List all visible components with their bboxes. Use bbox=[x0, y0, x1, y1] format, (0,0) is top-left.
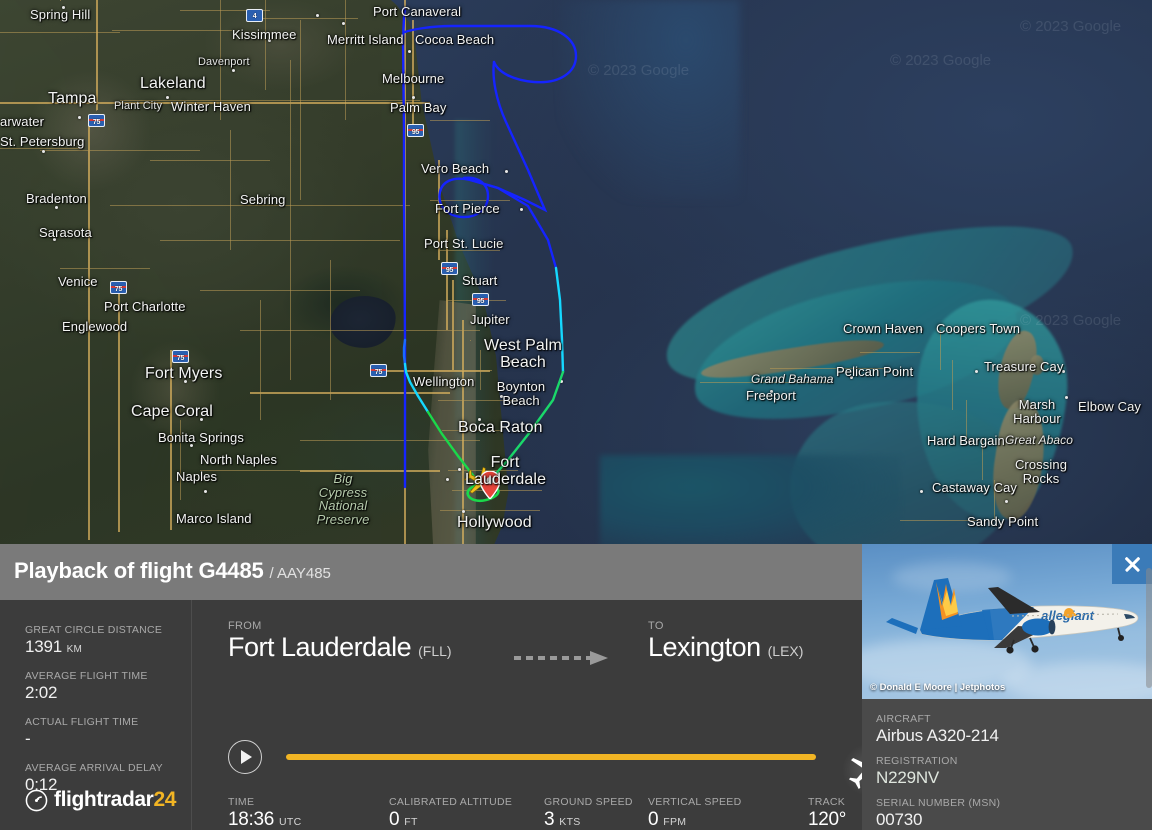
logo-accent: 24 bbox=[153, 788, 177, 811]
satellite-map[interactable]: 4 75 75 75 75 95 95 95 © 2023 Google © 2… bbox=[0, 0, 1152, 560]
destination-iata: (LEX) bbox=[767, 643, 804, 659]
telemetry-label: CALIBRATED ALTITUDE bbox=[389, 796, 513, 808]
flight-track-overlay bbox=[401, 6, 578, 503]
aircraft-info-list: AIRCRAFT Airbus A320-214 REGISTRATION N2… bbox=[862, 699, 1152, 830]
flight-statistics-column: GREAT CIRCLE DISTANCE 1391 KM AVERAGE FL… bbox=[0, 600, 192, 830]
origin-label: FROM bbox=[228, 620, 262, 632]
airbus-a320-illustration: allegiant bbox=[886, 578, 1139, 654]
telemetry-vertical-speed: VERTICAL SPEED 0 FPM INDICATED AIRSPEED bbox=[648, 796, 808, 830]
aircraft-registration-row: REGISTRATION N229NV bbox=[876, 755, 1152, 788]
flightradar24-logo[interactable]: flightradar24 bbox=[25, 788, 176, 812]
playback-progress-slider[interactable] bbox=[286, 744, 894, 796]
telemetry-unit: FPM bbox=[663, 816, 687, 828]
aircraft-type-label: AIRCRAFT bbox=[876, 713, 931, 725]
aircraft-type-value: Airbus A320-214 bbox=[876, 726, 999, 745]
telemetry-calibrated-altitude: CALIBRATED ALTITUDE 0 FT GPS ALTITUDE bbox=[389, 796, 539, 830]
flightradar24-playback-app: 4 75 75 75 75 95 95 95 © 2023 Google © 2… bbox=[0, 0, 1152, 830]
airport-location-pin[interactable] bbox=[480, 471, 500, 499]
stat-value: 1391 KM bbox=[25, 637, 191, 657]
destination-label: TO bbox=[648, 620, 664, 632]
telemetry-number: 0 bbox=[389, 809, 400, 830]
aircraft-msn-row: SERIAL NUMBER (MSN) 00730 bbox=[876, 797, 1152, 830]
telemetry-unit: FT bbox=[404, 816, 418, 828]
aircraft-registration-value[interactable]: N229NV bbox=[876, 768, 1152, 788]
panel-title-main: Playback of flight G4485 bbox=[14, 558, 264, 583]
aircraft-photo[interactable]: allegiant © Donald E Moore | Jetphotos bbox=[862, 544, 1152, 699]
route-direction-arrow bbox=[514, 651, 608, 665]
photo-credit: © Donald E Moore | Jetphotos bbox=[870, 682, 1006, 693]
telemetry-ground-speed: GROUND SPEED 3 KTS TRUE AIRSPEED bbox=[544, 796, 654, 830]
aircraft-type-row: AIRCRAFT Airbus A320-214 bbox=[876, 713, 1152, 746]
playback-progress-bar[interactable] bbox=[286, 754, 816, 760]
aircraft-msn-value: 00730 bbox=[876, 810, 923, 829]
telemetry-value: 3 KTS bbox=[544, 809, 654, 830]
telemetry-number: 0 bbox=[648, 809, 659, 830]
route-section: FROM Fort Lauderdale (FLL) TO Lexington … bbox=[214, 600, 894, 830]
telemetry-number: 3 bbox=[544, 809, 555, 830]
telemetry-label: GROUND SPEED bbox=[544, 796, 633, 808]
radar-icon bbox=[25, 789, 48, 811]
stat-label: ACTUAL FLIGHT TIME bbox=[25, 716, 139, 728]
origin-iata: (FLL) bbox=[418, 643, 452, 659]
aircraft-registration-label: REGISTRATION bbox=[876, 755, 958, 767]
stat-unit: KM bbox=[66, 644, 83, 655]
play-button[interactable] bbox=[228, 740, 262, 774]
origin-city-name: Fort Lauderdale bbox=[228, 632, 412, 662]
telemetry-label: VERTICAL SPEED bbox=[648, 796, 742, 808]
telemetry-unit: UTC bbox=[279, 816, 302, 828]
aircraft-info-panel: allegiant © Donald E Moore | Jetphotos bbox=[862, 544, 1152, 830]
stat-average-flight-time: AVERAGE FLIGHT TIME 2:02 bbox=[25, 670, 191, 703]
telemetry-time: TIME 18:36 UTC bbox=[228, 796, 368, 830]
panel-title-callsign: / AAY485 bbox=[269, 565, 331, 582]
page-title: Playback of flight G4485 / AAY485 bbox=[14, 558, 331, 584]
telemetry-value: 0 FPM bbox=[648, 809, 808, 830]
stat-actual-flight-time: ACTUAL FLIGHT TIME - bbox=[25, 716, 191, 749]
origin-city: Fort Lauderdale (FLL) bbox=[228, 632, 452, 663]
telemetry-label: TIME bbox=[228, 796, 255, 808]
aircraft-msn-label: SERIAL NUMBER (MSN) bbox=[876, 797, 1001, 809]
destination-city-name: Lexington bbox=[648, 632, 761, 662]
vertical-scrollbar[interactable] bbox=[1146, 568, 1152, 688]
playback-controls bbox=[228, 740, 894, 796]
logo-text: flightradar bbox=[54, 788, 154, 811]
stat-value: 2:02 bbox=[25, 683, 58, 702]
stat-number: 1391 bbox=[25, 637, 63, 656]
destination-airport[interactable]: TO Lexington (LEX) bbox=[648, 620, 803, 663]
destination-city: Lexington (LEX) bbox=[648, 632, 803, 663]
telemetry-unit: KTS bbox=[559, 816, 581, 828]
logo-wordmark: flightradar24 bbox=[54, 788, 176, 812]
stat-value: - bbox=[25, 729, 31, 748]
telemetry-value: 18:36 UTC bbox=[228, 809, 368, 830]
origin-airport[interactable]: FROM Fort Lauderdale (FLL) bbox=[228, 620, 452, 663]
telemetry-value: 0 FT bbox=[389, 809, 539, 830]
stat-label: GREAT CIRCLE DISTANCE bbox=[25, 624, 163, 636]
telemetry-number: 18:36 bbox=[228, 809, 275, 830]
stat-great-circle-distance: GREAT CIRCLE DISTANCE 1391 KM bbox=[25, 624, 191, 657]
stat-label: AVERAGE ARRIVAL DELAY bbox=[25, 762, 163, 774]
stat-label: AVERAGE FLIGHT TIME bbox=[25, 670, 148, 682]
